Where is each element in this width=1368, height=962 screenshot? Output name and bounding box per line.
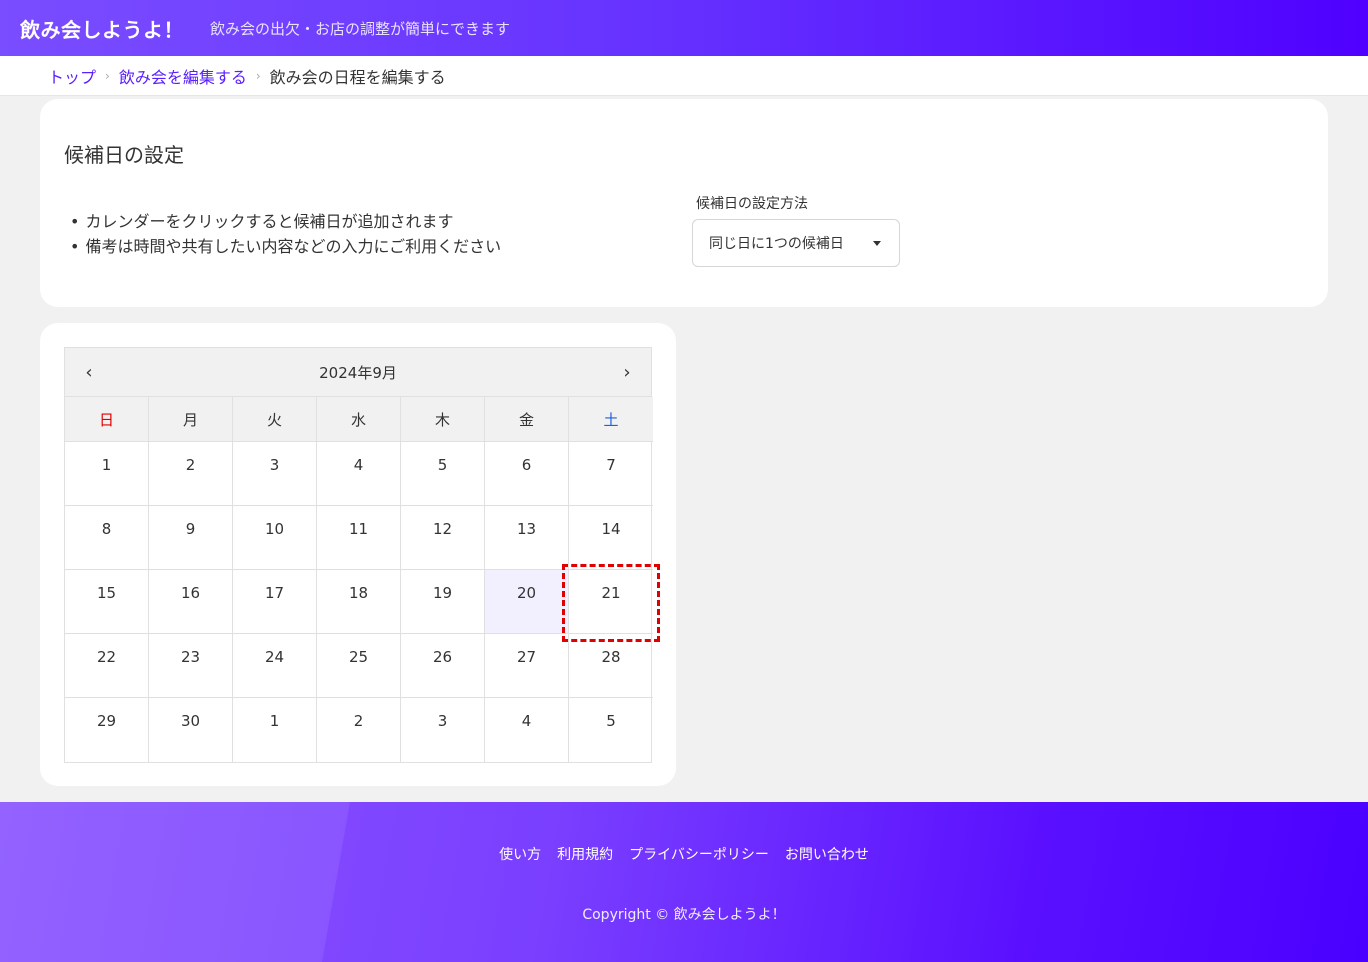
calendar-month-label: 2024年9月 bbox=[319, 363, 397, 382]
calendar-day[interactable]: 3 bbox=[401, 698, 485, 762]
instruction-item: 備考は時間や共有したい内容などの入力にご利用ください bbox=[70, 234, 501, 259]
calendar-day[interactable]: 1 bbox=[65, 442, 149, 506]
footer-links: 使い方 利用規約 プライバシーポリシー お問い合わせ bbox=[0, 844, 1368, 864]
calendar-day-focused[interactable]: 21 bbox=[562, 564, 660, 642]
weekday-wed: 水 bbox=[317, 397, 401, 442]
calendar-day[interactable]: 10 bbox=[233, 506, 317, 570]
breadcrumb-top-link[interactable]: トップ bbox=[48, 64, 96, 88]
calendar-day[interactable]: 26 bbox=[401, 634, 485, 698]
calendar-week: 29 30 1 2 3 4 5 bbox=[65, 698, 651, 762]
footer-link-contact[interactable]: お問い合わせ bbox=[785, 844, 869, 864]
app-title[interactable]: 飲み会しようよ！ bbox=[20, 14, 184, 43]
footer-link-privacy[interactable]: プライバシーポリシー bbox=[629, 844, 769, 864]
calendar-day[interactable]: 22 bbox=[65, 634, 149, 698]
breadcrumb: トップ › 飲み会を編集する › 飲み会の日程を編集する bbox=[0, 56, 1368, 96]
calendar-day[interactable]: 8 bbox=[65, 506, 149, 570]
calendar-day[interactable]: 18 bbox=[317, 570, 401, 634]
calendar-day[interactable]: 29 bbox=[65, 698, 149, 762]
site-footer: 使い方 利用規約 プライバシーポリシー お問い合わせ Copyright © 飲… bbox=[0, 802, 1368, 962]
calendar-day[interactable]: 4 bbox=[317, 442, 401, 506]
calendar-day[interactable]: 27 bbox=[485, 634, 569, 698]
calendar-day[interactable]: 28 bbox=[569, 634, 653, 698]
calendar-day[interactable]: 14 bbox=[569, 506, 653, 570]
weekday-sat: 土 bbox=[569, 397, 653, 442]
footer-link-terms[interactable]: 利用規約 bbox=[557, 844, 613, 864]
footer-link-howto[interactable]: 使い方 bbox=[499, 844, 541, 864]
breadcrumb-current: 飲み会の日程を編集する bbox=[269, 67, 446, 87]
weekday-sun: 日 bbox=[65, 397, 149, 442]
calendar-day[interactable]: 5 bbox=[401, 442, 485, 506]
caret-down-icon bbox=[873, 241, 881, 246]
weekday-fri: 金 bbox=[485, 397, 569, 442]
calendar-week: 8 9 10 11 12 13 14 bbox=[65, 506, 653, 570]
calendar-day[interactable]: 7 bbox=[569, 442, 653, 506]
calendar-day[interactable]: 19 bbox=[401, 570, 485, 634]
candidate-settings-card: 候補日の設定 カレンダーをクリックすると候補日が追加されます 備考は時間や共有し… bbox=[40, 99, 1328, 307]
calendar-day[interactable]: 24 bbox=[233, 634, 317, 698]
method-label: 候補日の設定方法 bbox=[696, 196, 808, 212]
chevron-right-icon[interactable]: › bbox=[615, 360, 639, 384]
app-header: 飲み会しようよ！ 飲み会の出欠・お店の調整が簡単にできます bbox=[0, 0, 1368, 56]
method-select-value: 同じ日に1つの候補日 bbox=[709, 236, 844, 252]
calendar-day[interactable]: 25 bbox=[317, 634, 401, 698]
footer-decoration bbox=[0, 802, 350, 962]
weekday-tue: 火 bbox=[233, 397, 317, 442]
instruction-item: カレンダーをクリックすると候補日が追加されます bbox=[70, 209, 501, 234]
chevron-left-icon[interactable]: ‹ bbox=[77, 360, 101, 384]
calendar-day[interactable]: 11 bbox=[317, 506, 401, 570]
calendar-card: ‹ 2024年9月 › 日 月 火 水 木 金 土 1 2 3 4 5 6 7 … bbox=[40, 323, 676, 786]
calendar-day[interactable]: 2 bbox=[317, 698, 401, 762]
calendar-day[interactable]: 13 bbox=[485, 506, 569, 570]
calendar-day[interactable]: 3 bbox=[233, 442, 317, 506]
calendar: ‹ 2024年9月 › 日 月 火 水 木 金 土 1 2 3 4 5 6 7 … bbox=[64, 347, 660, 763]
app-subtitle: 飲み会の出欠・お店の調整が簡単にできます bbox=[210, 19, 511, 38]
calendar-day[interactable]: 5 bbox=[569, 698, 653, 762]
calendar-week: 1 2 3 4 5 6 7 bbox=[65, 442, 653, 506]
calendar-day[interactable]: 9 bbox=[149, 506, 233, 570]
calendar-day[interactable]: 23 bbox=[149, 634, 233, 698]
calendar-day[interactable]: 16 bbox=[149, 570, 233, 634]
calendar-week: 15 16 17 18 19 20 21 bbox=[65, 564, 660, 642]
calendar-day[interactable]: 12 bbox=[401, 506, 485, 570]
instructions-list: カレンダーをクリックすると候補日が追加されます 備考は時間や共有したい内容などの… bbox=[70, 209, 501, 259]
calendar-day[interactable]: 6 bbox=[485, 442, 569, 506]
calendar-day[interactable]: 4 bbox=[485, 698, 569, 762]
calendar-week: 22 23 24 25 26 27 28 bbox=[65, 634, 653, 698]
method-select[interactable]: 同じ日に1つの候補日 bbox=[692, 219, 900, 267]
calendar-nav: ‹ 2024年9月 › bbox=[65, 348, 651, 397]
calendar-day[interactable]: 2 bbox=[149, 442, 233, 506]
calendar-body: 1 2 3 4 5 6 7 8 9 10 11 12 13 14 15 16 1… bbox=[65, 442, 660, 762]
chevron-right-icon: › bbox=[255, 68, 261, 83]
weekday-thu: 木 bbox=[401, 397, 485, 442]
weekday-mon: 月 bbox=[149, 397, 233, 442]
breadcrumb-edit-link[interactable]: 飲み会を編集する bbox=[119, 64, 247, 88]
calendar-day[interactable]: 15 bbox=[65, 570, 149, 634]
calendar-day[interactable]: 30 bbox=[149, 698, 233, 762]
weekday-header: 日 月 火 水 木 金 土 bbox=[65, 397, 653, 442]
calendar-day-today[interactable]: 20 bbox=[485, 570, 569, 634]
copyright: Copyright © 飲み会しようよ！ bbox=[582, 907, 786, 923]
calendar-day[interactable]: 17 bbox=[233, 570, 317, 634]
section-title: 候補日の設定 bbox=[64, 143, 184, 167]
calendar-day[interactable]: 1 bbox=[233, 698, 317, 762]
chevron-right-icon: › bbox=[105, 68, 110, 83]
